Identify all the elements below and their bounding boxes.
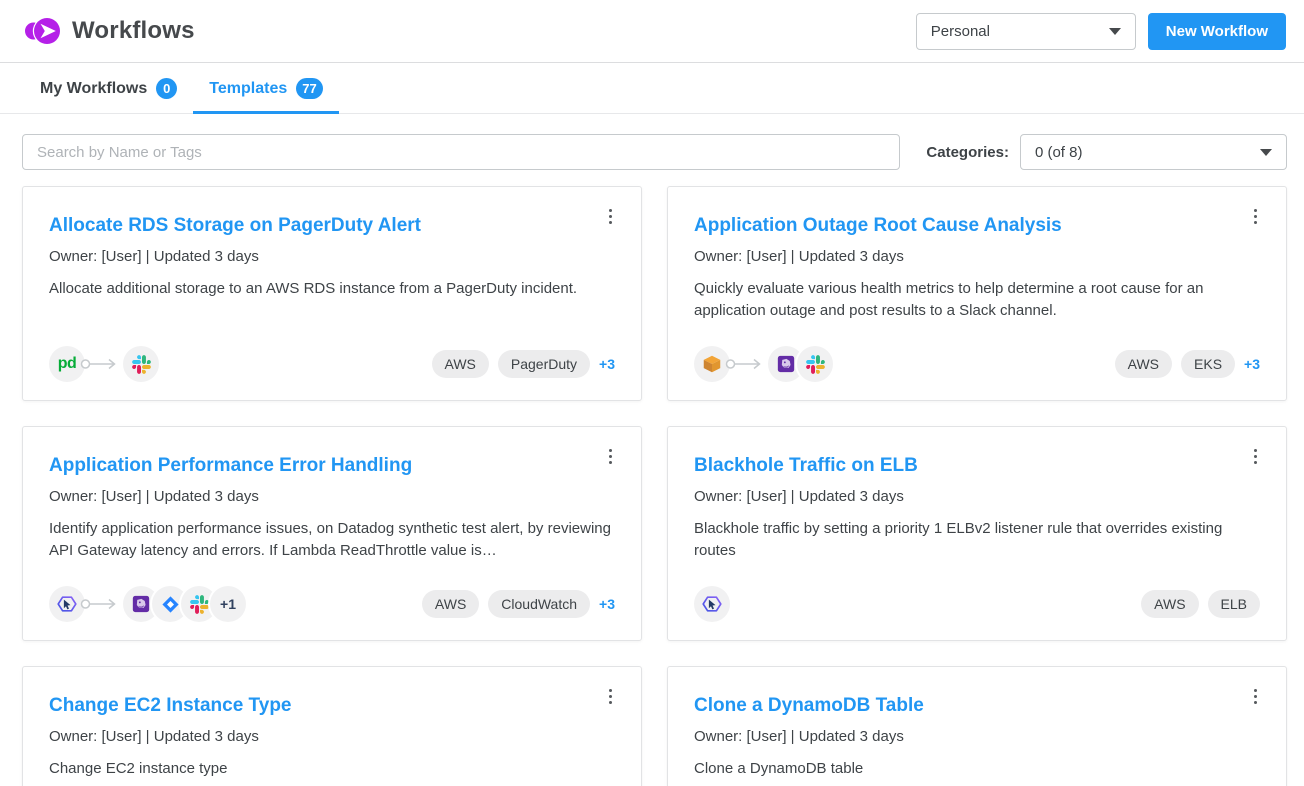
new-workflow-button[interactable]: New Workflow [1148, 13, 1286, 50]
workflow-title-link[interactable]: Clone a DynamoDB Table [694, 695, 1260, 718]
page-header: Workflows Personal New Workflow [0, 0, 1304, 63]
filter-bar: Categories: 0 (of 8) [0, 134, 1304, 170]
workflow-description: Blackhole traffic by setting a priority … [694, 518, 1260, 562]
workflow-card[interactable]: Blackhole Traffic on ELB Owner: [User] |… [667, 426, 1287, 641]
kebab-menu-icon[interactable] [1244, 444, 1266, 468]
categories-select-value: 0 (of 8) [1035, 144, 1083, 161]
workflow-meta: Owner: [User] | Updated 3 days [694, 488, 1260, 505]
kebab-menu-icon[interactable] [599, 444, 621, 468]
categories-label: Categories: [926, 144, 1009, 161]
tag-pill: CloudWatch [488, 590, 590, 618]
tab-count-badge: 77 [296, 78, 322, 99]
tag-row: AWS EKS +3 [1115, 350, 1260, 378]
search-input[interactable] [22, 134, 900, 170]
tag-pill: AWS [432, 350, 489, 378]
workflow-card[interactable]: Application Outage Root Cause Analysis O… [667, 186, 1287, 401]
workspace-select-value: Personal [931, 23, 990, 40]
tag-pill: AWS [1115, 350, 1172, 378]
card-footer: AWS EKS +3 [694, 346, 1260, 382]
connector-icons [694, 586, 730, 622]
workflow-card[interactable]: Allocate RDS Storage on PagerDuty Alert … [22, 186, 642, 401]
workflow-title-link[interactable]: Application Performance Error Handling [49, 455, 615, 478]
extra-icons-badge: +1 [210, 586, 246, 622]
slack-icon [797, 346, 833, 382]
tab-my-workflows[interactable]: My Workflows 0 [24, 63, 193, 114]
tag-pill: AWS [422, 590, 479, 618]
chevron-down-icon [1109, 28, 1121, 35]
workflow-description: Allocate additional storage to an AWS RD… [49, 278, 615, 300]
flow-arrow-icon [80, 357, 120, 371]
tab-bar: My Workflows 0 Templates 77 [0, 63, 1304, 114]
card-footer: AWS ELB [694, 586, 1260, 622]
action-icon-group: +1 [123, 586, 246, 622]
tab-count-badge: 0 [156, 78, 177, 99]
workflow-meta: Owner: [User] | Updated 3 days [694, 728, 1260, 745]
more-tags-link[interactable]: +3 [1244, 356, 1260, 372]
tag-row: AWS PagerDuty +3 [432, 350, 616, 378]
workflow-description: Identify application performance issues,… [49, 518, 615, 562]
tag-pill: ELB [1208, 590, 1260, 618]
categories-select[interactable]: 0 (of 8) [1020, 134, 1287, 170]
workflow-description: Change EC2 instance type [49, 758, 615, 780]
card-footer: +1 AWS CloudWatch +3 [49, 586, 615, 622]
workflow-meta: Owner: [User] | Updated 3 days [49, 248, 615, 265]
tab-label: Templates [209, 80, 287, 98]
kebab-menu-icon[interactable] [1244, 204, 1266, 228]
workflow-card[interactable]: Clone a DynamoDB Table Owner: [User] | U… [667, 666, 1287, 786]
flow-arrow-icon [725, 357, 765, 371]
tag-row: AWS CloudWatch +3 [422, 590, 615, 618]
synthetic-cursor-icon [694, 586, 730, 622]
workflow-description: Quickly evaluate various health metrics … [694, 278, 1260, 322]
workflow-card[interactable]: Application Performance Error Handling O… [22, 426, 642, 641]
chevron-down-icon [1260, 149, 1272, 156]
workspace-select[interactable]: Personal [916, 13, 1136, 50]
flow-arrow-icon [80, 597, 120, 611]
workflow-meta: Owner: [User] | Updated 3 days [49, 728, 615, 745]
tab-templates[interactable]: Templates 77 [193, 63, 338, 114]
slack-icon [123, 346, 159, 382]
kebab-menu-icon[interactable] [599, 204, 621, 228]
tag-row: AWS ELB [1141, 590, 1260, 618]
page-title: Workflows [72, 17, 195, 45]
workflow-grid: Allocate RDS Storage on PagerDuty Alert … [0, 170, 1304, 786]
tag-pill: EKS [1181, 350, 1235, 378]
card-footer: pd AWS PagerDuty +3 [49, 346, 615, 382]
connector-icons: +1 [49, 586, 246, 622]
kebab-menu-icon[interactable] [599, 684, 621, 708]
workflow-meta: Owner: [User] | Updated 3 days [694, 248, 1260, 265]
app-logo-icon [24, 14, 62, 48]
tab-label: My Workflows [40, 80, 147, 98]
workflow-title-link[interactable]: Change EC2 Instance Type [49, 695, 615, 718]
workflow-card[interactable]: Change EC2 Instance Type Owner: [User] |… [22, 666, 642, 786]
workflow-meta: Owner: [User] | Updated 3 days [49, 488, 615, 505]
workflow-title-link[interactable]: Application Outage Root Cause Analysis [694, 215, 1260, 238]
tag-pill: AWS [1141, 590, 1198, 618]
workflow-title-link[interactable]: Blackhole Traffic on ELB [694, 455, 1260, 478]
tag-pill: PagerDuty [498, 350, 590, 378]
workflow-description: Clone a DynamoDB table [694, 758, 1260, 780]
kebab-menu-icon[interactable] [1244, 684, 1266, 708]
action-icon-group [123, 346, 159, 382]
more-tags-link[interactable]: +3 [599, 356, 615, 372]
connector-icons [694, 346, 833, 382]
workflow-title-link[interactable]: Allocate RDS Storage on PagerDuty Alert [49, 215, 615, 238]
connector-icons: pd [49, 346, 159, 382]
action-icon-group [768, 346, 833, 382]
more-tags-link[interactable]: +3 [599, 596, 615, 612]
